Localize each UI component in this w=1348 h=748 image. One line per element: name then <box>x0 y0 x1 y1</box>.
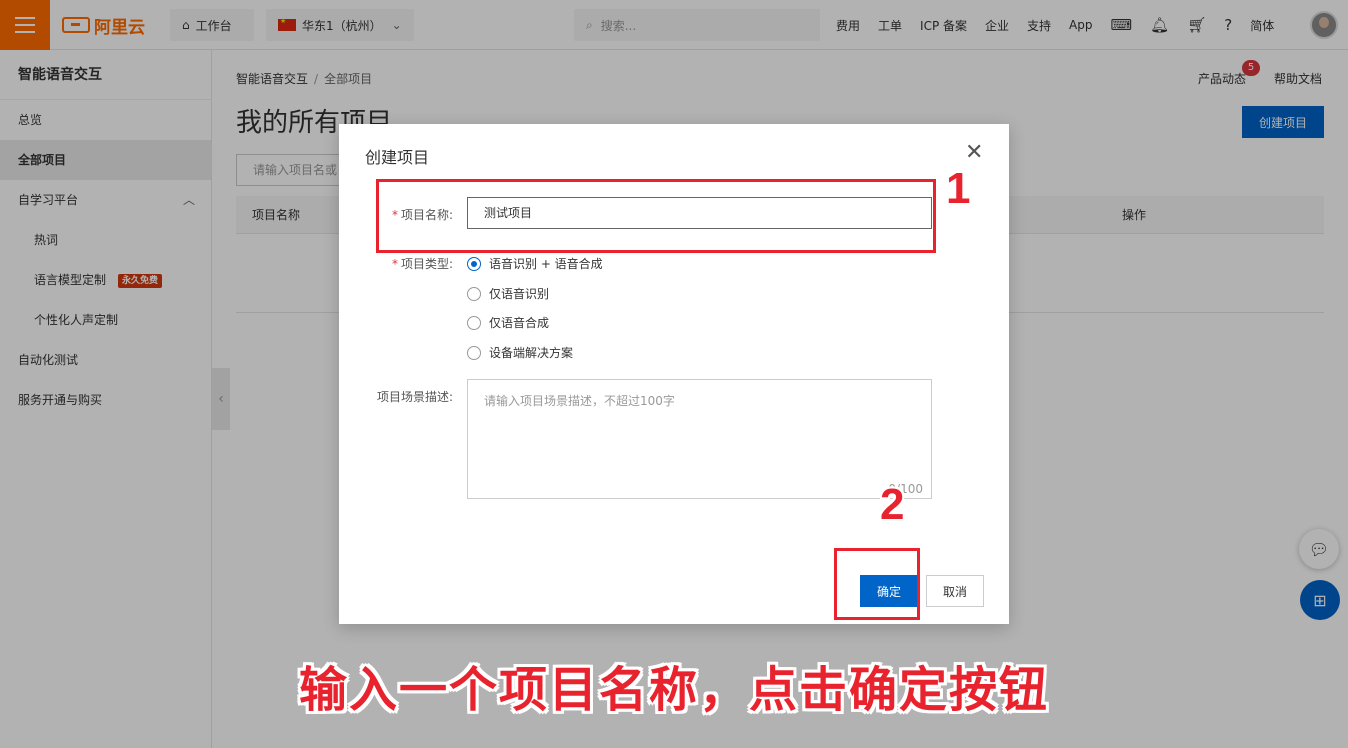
radio-option-device[interactable]: 设备端解决方案 <box>467 344 573 361</box>
annotation-step2-number: 2 <box>880 480 905 529</box>
annotation-box-step2 <box>834 548 920 620</box>
tutorial-caption: 输入一个项目名称，点击确定按钮 <box>298 662 1049 718</box>
scene-description-label: 项目场景描述: <box>376 390 453 404</box>
cancel-button[interactable]: 取消 <box>926 575 984 607</box>
radio-icon <box>467 315 481 330</box>
project-type-label: * 项目类型: <box>391 257 453 271</box>
annotation-step1-number: 1 <box>946 164 971 213</box>
radio-option-tts-only[interactable]: 仅语音合成 <box>467 314 549 331</box>
annotation-box-step1 <box>376 179 936 253</box>
close-icon[interactable]: ✕ <box>965 142 983 164</box>
radio-icon <box>467 345 481 360</box>
description-placeholder: 请输入项目场景描述，不超过100字 <box>484 394 675 408</box>
radio-icon <box>467 286 481 301</box>
radio-selected-icon <box>467 256 481 271</box>
dialog-title: 创建项目 <box>365 148 430 167</box>
radio-option-asr-only[interactable]: 仅语音识别 <box>467 285 549 302</box>
radio-option-asr-tts[interactable]: 语音识别 + 语音合成 <box>467 255 603 272</box>
scene-description-textarea[interactable]: 请输入项目场景描述，不超过100字 0/100 <box>467 379 932 499</box>
